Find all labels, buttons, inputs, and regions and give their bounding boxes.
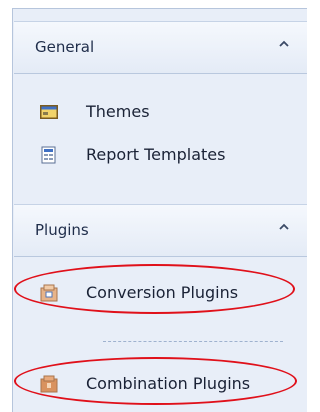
report-templates-icon bbox=[41, 146, 56, 164]
dashed-separator bbox=[103, 341, 283, 342]
group-title-plugins: Plugins bbox=[35, 221, 89, 239]
group-header-general[interactable]: General bbox=[14, 21, 307, 74]
themes-icon bbox=[40, 105, 58, 119]
chevron-up-icon[interactable] bbox=[277, 37, 291, 51]
nav-item-label: Report Templates bbox=[86, 145, 226, 164]
nav-item-themes[interactable]: Themes bbox=[14, 95, 307, 129]
nav-item-report-templates[interactable]: Report Templates bbox=[14, 138, 307, 172]
nav-item-label: Themes bbox=[86, 102, 150, 121]
nav-item-conversion-plugins[interactable]: Conversion Plugins bbox=[14, 276, 307, 310]
chevron-up-icon[interactable] bbox=[277, 220, 291, 234]
nav-item-label: Conversion Plugins bbox=[86, 283, 239, 302]
nav-item-label: Combination Plugins bbox=[86, 374, 251, 393]
combination-plugin-icon bbox=[40, 375, 58, 393]
group-header-plugins[interactable]: Plugins bbox=[14, 204, 307, 257]
group-title-general: General bbox=[35, 38, 95, 56]
conversion-plugin-icon bbox=[40, 284, 58, 302]
nav-item-combination-plugins[interactable]: Combination Plugins bbox=[14, 367, 307, 401]
navigation-panel: General Themes Report Templates Plugins bbox=[12, 8, 307, 412]
